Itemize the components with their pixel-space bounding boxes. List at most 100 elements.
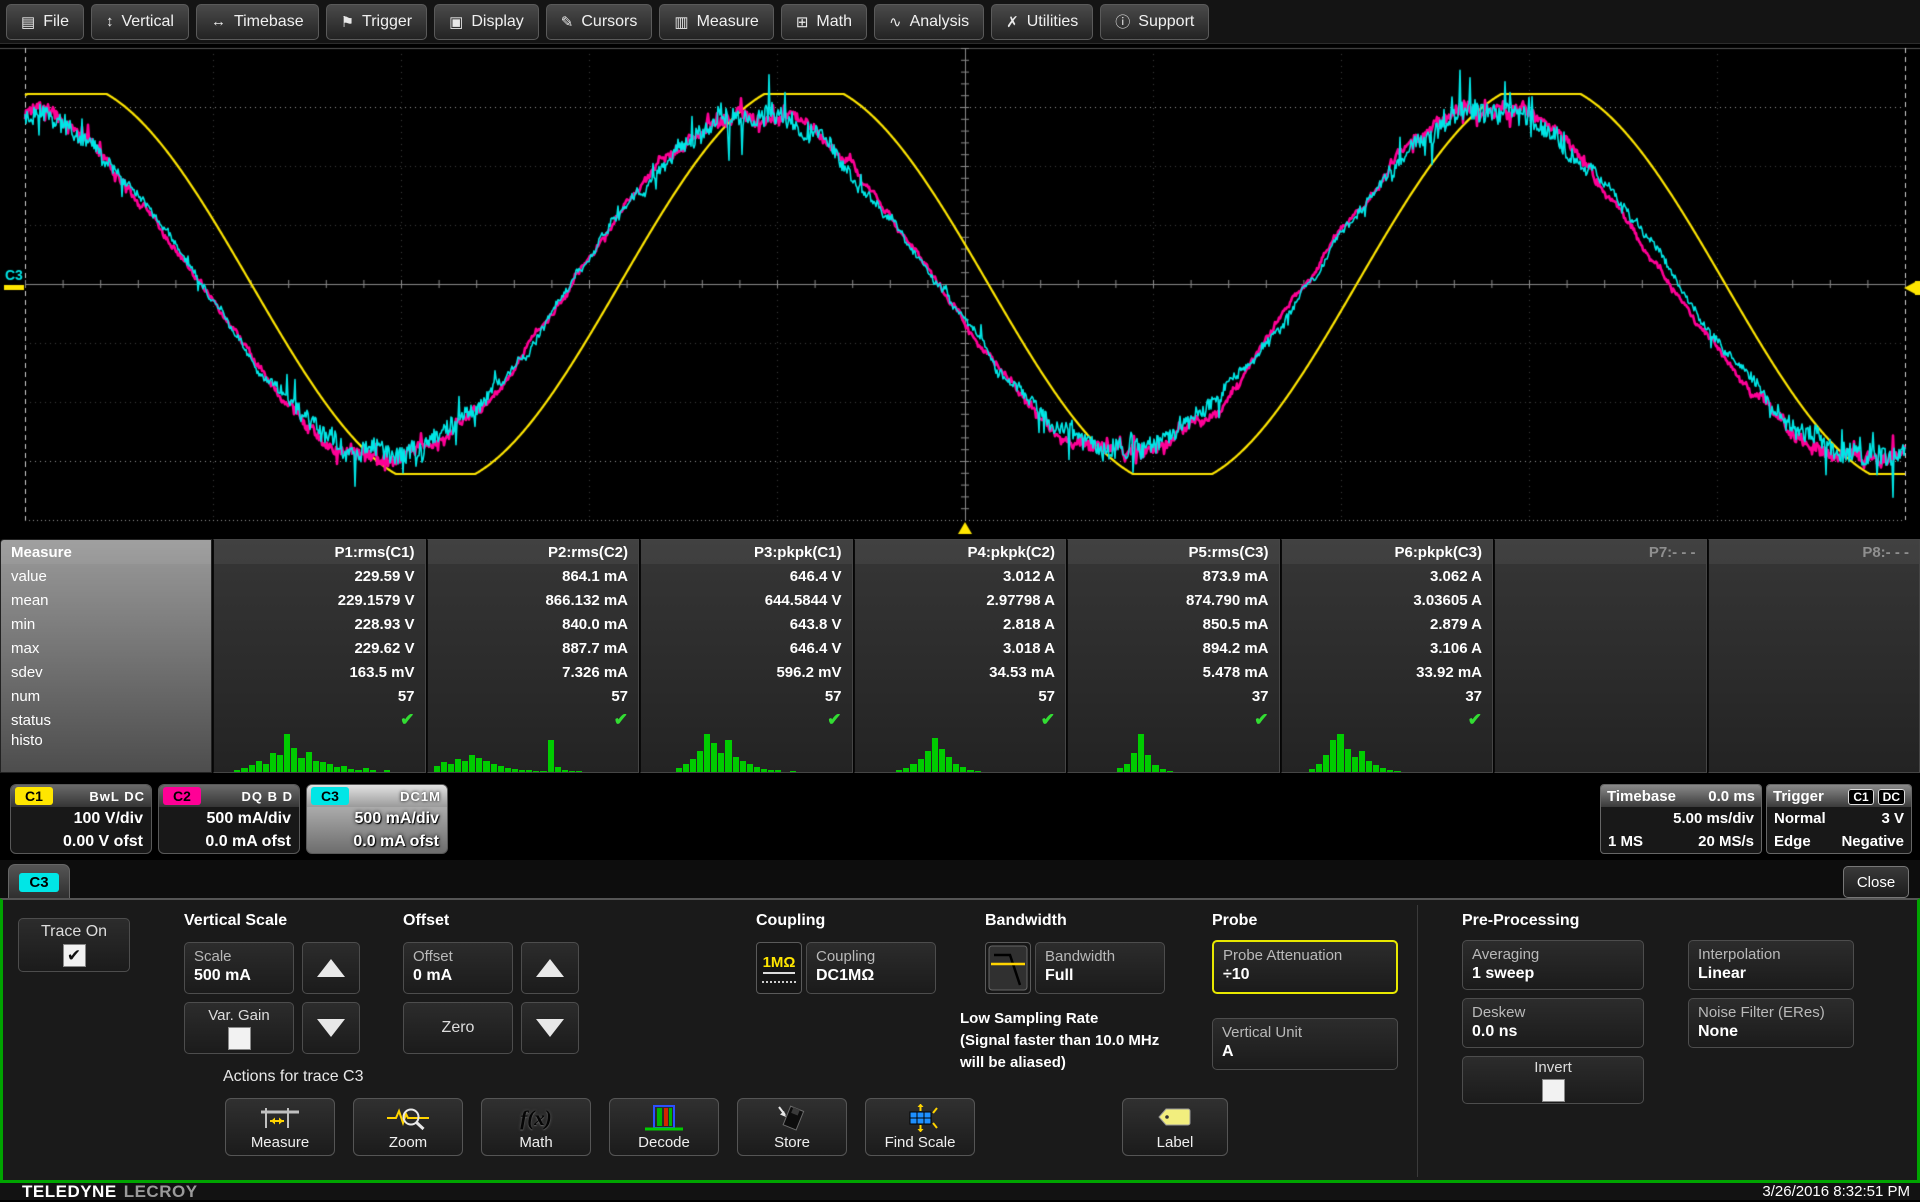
trigger-mode: Normal bbox=[1774, 807, 1826, 830]
averaging-field[interactable]: Averaging 1 sweep bbox=[1462, 940, 1644, 990]
section-vertical-scale: Vertical Scale bbox=[184, 912, 287, 930]
offset-up-button[interactable] bbox=[521, 942, 579, 994]
waveform-grid[interactable] bbox=[0, 44, 1920, 539]
interpolation-field[interactable]: Interpolation Linear bbox=[1688, 940, 1854, 990]
scale-down-button[interactable] bbox=[302, 1002, 360, 1054]
find-scale-icon bbox=[899, 1103, 941, 1133]
trace-on-button[interactable]: Trace On ✔ bbox=[18, 918, 130, 972]
close-button[interactable]: Close bbox=[1843, 866, 1909, 898]
measure-column-p8[interactable]: P8:- - - bbox=[1708, 539, 1920, 773]
channel-descriptor-c2[interactable]: C2 DQ B D 500 mA/div 0.0 mA ofst bbox=[158, 784, 300, 854]
channel-flags: DQ B D bbox=[242, 789, 294, 804]
menu-item-cursors[interactable]: ✎ Cursors bbox=[546, 4, 653, 40]
measure-column-p7[interactable]: P7:- - - bbox=[1494, 539, 1707, 773]
menu-item-analysis[interactable]: ∿ Analysis bbox=[874, 4, 984, 40]
cursor-pen-icon: ✎ bbox=[561, 13, 574, 31]
deskew-field[interactable]: Deskew 0.0 ns bbox=[1462, 998, 1644, 1048]
timebase-rate: 20 MS/s bbox=[1698, 830, 1754, 853]
coupling-impedance-icon: 1MΩ bbox=[756, 942, 802, 994]
measure-action-button[interactable]: Measure bbox=[225, 1098, 335, 1156]
menu-item-support[interactable]: ⓘ Support bbox=[1100, 4, 1209, 40]
decode-action-button[interactable]: Decode bbox=[609, 1098, 719, 1156]
var-gain-checkbox[interactable] bbox=[228, 1027, 251, 1050]
measure-column-p2[interactable]: P2:rms(C2)864.1 mA866.132 mA840.0 mA887.… bbox=[427, 539, 640, 773]
label-tag-icon bbox=[1156, 1103, 1194, 1133]
panel-divider bbox=[1417, 905, 1418, 1177]
var-gain-button[interactable]: Var. Gain bbox=[184, 1002, 294, 1054]
channel-descriptor-c1[interactable]: C1 BwL DC 100 V/div 0.00 V ofst bbox=[10, 784, 152, 854]
menu-bar: ▤ File ↕ Vertical ↔ Timebase ⚑ Trigger ▣… bbox=[0, 0, 1920, 44]
measure-row-labels: Measurevaluemeanminmaxsdevnumstatushisto bbox=[0, 539, 212, 773]
probe-attenuation-field[interactable]: Probe Attenuation ÷10 bbox=[1212, 940, 1398, 994]
status-check-icon: ✔ bbox=[428, 708, 639, 732]
measure-icon: ▥ bbox=[674, 13, 688, 31]
action-button-label: Find Scale bbox=[885, 1134, 956, 1151]
measure-column-header: P2:rms(C2) bbox=[428, 540, 639, 564]
scale-up-button[interactable] bbox=[302, 942, 360, 994]
menu-item-vertical[interactable]: ↕ Vertical bbox=[91, 4, 189, 40]
status-check-icon: ✔ bbox=[1068, 708, 1279, 732]
measure-column-p3[interactable]: P3:pkpk(C1)646.4 V644.5844 V643.8 V646.4… bbox=[640, 539, 853, 773]
label-button[interactable]: Label bbox=[1122, 1098, 1228, 1156]
store-action-button[interactable]: Store bbox=[737, 1098, 847, 1156]
channel-descriptor-c3[interactable]: C3 DC1M 500 mA/div 0.0 mA ofst bbox=[306, 784, 448, 854]
menu-item-utilities[interactable]: ✗ Utilities bbox=[991, 4, 1093, 40]
datetime: 3/26/2016 8:32:51 PM bbox=[1762, 1183, 1910, 1200]
invert-checkbox[interactable] bbox=[1542, 1079, 1565, 1102]
find-scale-action-button[interactable]: Find Scale bbox=[865, 1098, 975, 1156]
measure-column-p6[interactable]: P6:pkpk(C3)3.062 A3.03605 A2.879 A3.106 … bbox=[1281, 539, 1494, 773]
offset-field[interactable]: Offset 0 mA bbox=[403, 942, 513, 994]
menu-item-trigger[interactable]: ⚑ Trigger bbox=[326, 4, 428, 40]
analysis-chart-icon: ∿ bbox=[889, 13, 902, 31]
trigger-descriptor[interactable]: Trigger C1DC Normal 3 V Edge Negative bbox=[1766, 784, 1912, 854]
menu-item-label: Cursors bbox=[581, 13, 637, 31]
low-sampling-warning: Low Sampling Rate (Signal faster than 10… bbox=[960, 1008, 1159, 1074]
bandwidth-field[interactable]: Bandwidth Full bbox=[1035, 942, 1165, 994]
channel-scale: 100 V/div bbox=[11, 807, 151, 830]
actions-for-trace-label: Actions for trace C3 bbox=[223, 1068, 364, 1086]
measure-column-p4[interactable]: P4:pkpk(C2)3.012 A2.97798 A2.818 A3.018 … bbox=[854, 539, 1067, 773]
channel-chip: C1 bbox=[15, 787, 53, 805]
invert-button[interactable]: Invert bbox=[1462, 1056, 1644, 1104]
measure-column-p5[interactable]: P5:rms(C3)873.9 mA874.790 mA850.5 mA894.… bbox=[1067, 539, 1280, 773]
trace-on-checkbox[interactable]: ✔ bbox=[63, 944, 86, 967]
down-arrow-icon bbox=[317, 1019, 345, 1037]
math-fx-icon: f(x) bbox=[520, 1103, 551, 1133]
menu-item-measure[interactable]: ▥ Measure bbox=[659, 4, 773, 40]
tools-icon: ✗ bbox=[1006, 13, 1019, 31]
action-button-label: Decode bbox=[638, 1134, 690, 1151]
status-check-icon: ✔ bbox=[641, 708, 852, 732]
info-icon: ⓘ bbox=[1115, 11, 1130, 32]
menu-item-timebase[interactable]: ↔ Timebase bbox=[196, 4, 319, 40]
timebase-descriptor[interactable]: Timebase 0.0 ms 5.00 ms/div 1 MS 20 MS/s bbox=[1600, 784, 1762, 854]
channel-flags: DC1M bbox=[400, 789, 441, 804]
calculator-icon: ⊞ bbox=[796, 13, 809, 31]
channel-offset: 0.0 mA ofst bbox=[159, 830, 299, 853]
math-action-button[interactable]: f(x) Math bbox=[481, 1098, 591, 1156]
trigger-source-badge: C1 bbox=[1848, 789, 1873, 805]
menu-item-file[interactable]: ▤ File bbox=[6, 4, 84, 40]
vertical-unit-field[interactable]: Vertical Unit A bbox=[1212, 1018, 1398, 1070]
vertical-arrows-icon: ↕ bbox=[106, 13, 114, 30]
offset-down-button[interactable] bbox=[521, 1002, 579, 1054]
zoom-action-button[interactable]: Zoom bbox=[353, 1098, 463, 1156]
zero-button[interactable]: Zero bbox=[403, 1002, 513, 1054]
zoom-waveform-icon bbox=[386, 1103, 430, 1133]
menu-item-label: Support bbox=[1138, 13, 1194, 31]
timebase-delay: 0.0 ms bbox=[1708, 788, 1755, 805]
coupling-field[interactable]: Coupling DC1MΩ bbox=[806, 942, 936, 994]
noise-filter-field[interactable]: Noise Filter (ERes) None bbox=[1688, 998, 1854, 1048]
histogram bbox=[641, 732, 852, 774]
status-check-icon bbox=[1495, 708, 1706, 732]
tab-c3[interactable]: C3 bbox=[8, 864, 70, 899]
scale-field[interactable]: Scale 500 mA bbox=[184, 942, 294, 994]
menu-item-label: Math bbox=[816, 13, 852, 31]
menu-item-label: Utilities bbox=[1027, 13, 1079, 31]
section-probe: Probe bbox=[1212, 912, 1257, 930]
measure-column-p1[interactable]: P1:rms(C1)229.59 V229.1579 V228.93 V229.… bbox=[213, 539, 426, 773]
channel-chip: C2 bbox=[163, 787, 201, 805]
histogram bbox=[428, 732, 639, 774]
menu-item-display[interactable]: ▣ Display bbox=[434, 4, 539, 40]
file-icon: ▤ bbox=[21, 13, 35, 31]
menu-item-math[interactable]: ⊞ Math bbox=[781, 4, 867, 40]
